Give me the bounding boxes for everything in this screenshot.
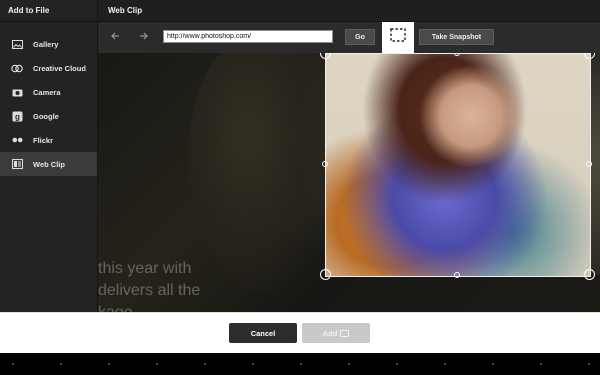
crop-handle-top-right[interactable] [584,53,595,59]
forward-button[interactable] [136,30,150,44]
crop-handle-right[interactable] [586,161,592,167]
sidebar-item-web-clip[interactable]: Web Clip [0,152,97,176]
app-window: Add to File Gallery Creative Cloud Camer… [0,0,600,375]
arrow-left-icon [110,32,120,43]
system-indicator-dot [108,363,110,365]
system-indicator-dot [60,363,62,365]
sidebar-item-camera[interactable]: Camera [0,80,97,104]
main-header: Web Clip [98,0,600,22]
creative-cloud-icon [11,62,23,74]
sidebar-item-gallery[interactable]: Gallery [0,32,97,56]
svg-text:g: g [15,112,20,121]
flickr-icon [11,134,23,146]
system-indicator-dot [300,363,302,365]
arrow-right-icon [139,32,148,43]
camera-icon [11,86,23,98]
system-indicator-dot [204,363,206,365]
sidebar-title: Add to File [0,0,97,22]
sidebar-item-google[interactable]: g Google [0,104,97,128]
gallery-icon [11,38,23,50]
web-page-viewport[interactable]: this year with delivers all the kage [98,53,600,312]
system-indicator-dot [396,363,398,365]
system-indicator-dot [540,363,542,365]
go-button[interactable]: Go [345,29,375,45]
sidebar-item-label: Gallery [33,39,59,49]
url-input[interactable] [163,30,333,43]
system-navigation-bar [0,353,600,375]
add-button-label: Add [322,328,338,338]
sidebar-item-label: Web Clip [33,159,65,169]
sidebar-item-creative-cloud[interactable]: Creative Cloud [0,56,97,80]
sidebar-item-label: Google [33,111,59,121]
camera-icon [340,329,350,337]
sidebar-item-label: Creative Cloud [33,63,86,73]
web-clip-toolbar: Go Take Snapshot [98,22,600,53]
dialog-action-bar: Cancel Add [0,312,600,354]
crop-tool-button[interactable] [382,22,414,53]
sidebar-items: Gallery Creative Cloud Camera g Google F… [0,22,97,176]
system-indicator-dot [588,363,590,365]
google-icon: g [11,110,23,122]
system-indicator-dot [492,363,494,365]
sidebar-item-label: Camera [33,87,61,97]
back-button[interactable] [108,30,122,44]
web-clip-icon [11,158,23,170]
crop-dim-overlay [98,53,325,312]
system-indicator-dot [444,363,446,365]
cancel-button-label: Cancel [250,328,276,338]
crop-selection-box[interactable] [325,53,591,277]
sidebar-item-flickr[interactable]: Flickr [0,128,97,152]
sidebar: Add to File Gallery Creative Cloud Camer… [0,0,98,312]
crop-handle-left[interactable] [322,161,328,167]
page-title: Web Clip [108,6,143,15]
system-indicator-dot [348,363,350,365]
crop-dim-overlay-bottom [325,275,600,312]
crop-handle-bottom-left[interactable] [320,269,331,280]
system-indicator-dot [156,363,158,365]
add-button[interactable]: Add [302,323,370,343]
cancel-button[interactable]: Cancel [229,323,297,343]
sidebar-item-label: Flickr [33,135,54,145]
crop-handle-bottom-right[interactable] [584,269,595,280]
system-indicator-dot [252,363,254,365]
system-indicator-dot [12,363,14,365]
take-snapshot-button[interactable]: Take Snapshot [419,29,494,45]
crop-handle-bottom[interactable] [454,272,460,278]
crop-selection-icon [390,28,406,47]
